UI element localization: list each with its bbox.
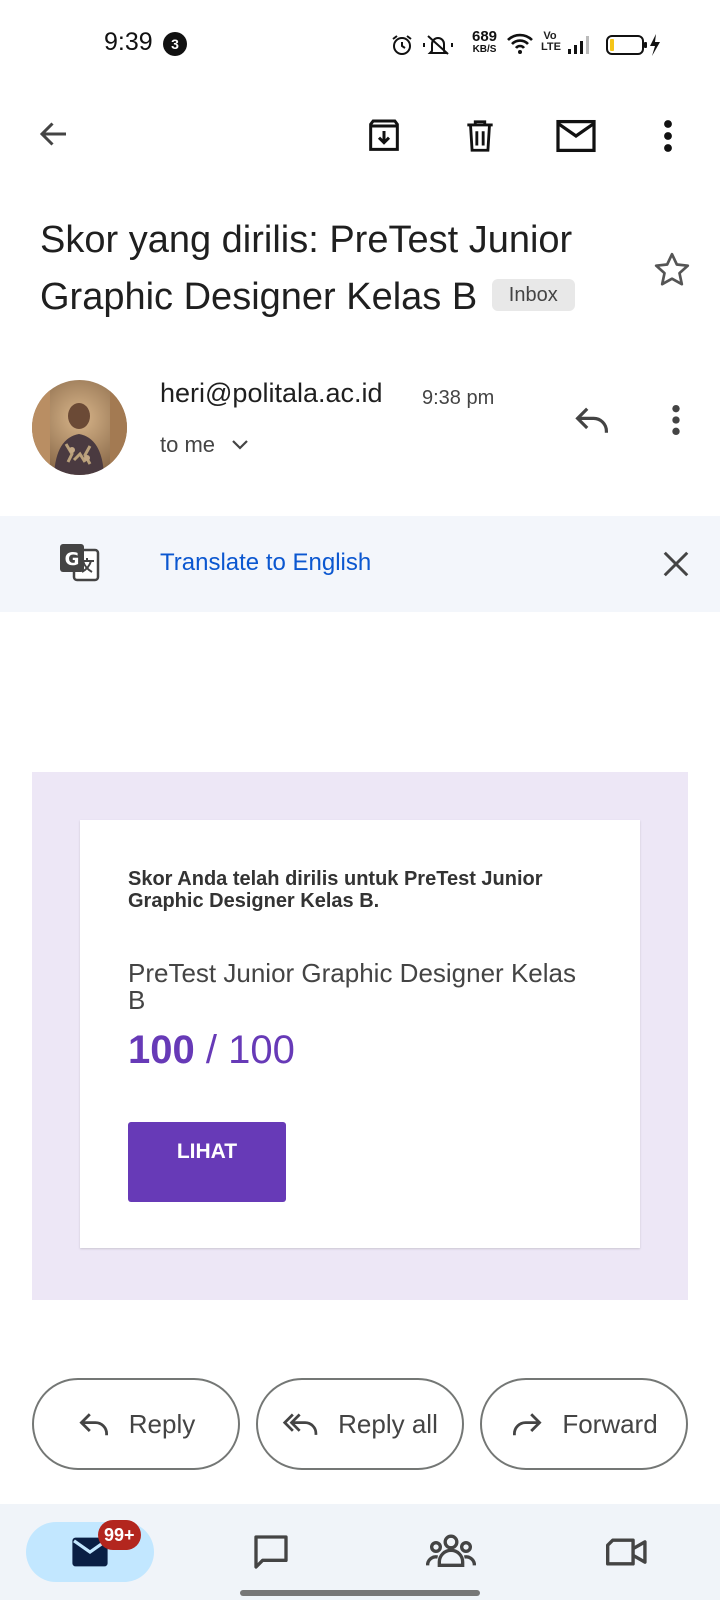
reply-button[interactable]: Reply [32,1378,240,1470]
back-button[interactable] [30,110,78,158]
score-value: 100 [128,1028,195,1072]
score-display: 100 / 100 [128,1028,295,1073]
more-vert-icon [672,404,680,436]
delete-button[interactable] [456,112,504,160]
more-options-button[interactable] [644,112,692,160]
close-icon [663,551,689,577]
reply-icon [79,1413,108,1436]
score-separator: / [194,1028,229,1072]
reply-all-label: Reply all [338,1408,438,1439]
close-translate-button[interactable] [652,540,700,588]
arrow-left-icon [39,122,66,146]
archive-button[interactable] [360,112,408,160]
star-button[interactable] [648,246,696,294]
volte-indicator: Vo LTE [541,30,561,53]
max-score: 100 [228,1028,295,1072]
archive-icon [369,119,399,151]
sent-time: 9:38 pm [422,387,495,409]
wifi-icon [506,33,534,55]
meet-icon [606,1538,647,1566]
translate-link[interactable]: Translate to English [160,549,371,577]
mute-bell-icon [423,33,453,57]
reply-all-icon [282,1413,318,1435]
svg-text:G: G [65,549,80,570]
inbox-label-chip[interactable]: Inbox [491,278,575,311]
nav-meet[interactable] [606,1534,650,1570]
mail-icon [556,119,596,153]
score-released-message: Skor Anda telah dirilis untuk PreTest Ju… [128,868,543,912]
email-subject: Skor yang dirilis: PreTest Junior Graphi… [40,212,610,326]
more-vert-icon [664,120,672,152]
reply-label: Reply [128,1408,196,1439]
recipient-text: to me [160,432,216,457]
test-name: PreTest Junior Graphic Designer Kelas B [128,958,576,1015]
alarm-icon [390,33,414,57]
mark-unread-button[interactable] [552,112,600,160]
sender-avatar[interactable] [32,380,127,475]
nav-spaces[interactable] [426,1532,476,1572]
signal-icon [566,33,594,55]
unread-count-badge: 99+ [98,1520,141,1550]
chevron-down-icon [232,440,248,450]
chat-icon [254,1535,288,1569]
network-speed: 689 KB/S [472,28,498,56]
status-time: 9:39 [104,28,153,56]
network-speed-unit: KB/S [472,44,497,55]
forward-label: Forward [562,1408,658,1439]
star-icon [654,252,690,286]
message-more-button[interactable] [652,396,700,444]
spaces-icon [426,1534,476,1567]
forward-button[interactable]: Forward [480,1378,688,1470]
recipient-details-toggle[interactable]: to me [160,432,249,458]
sender-address[interactable]: heri@politala.ac.id [160,378,383,409]
forward-icon [513,1413,542,1436]
nav-chat[interactable] [250,1532,292,1572]
home-indicator[interactable] [240,1590,480,1596]
reply-icon-button[interactable] [568,396,616,444]
reply-icon [575,407,608,433]
translate-icon: G [58,542,102,586]
notification-count-badge: 3 [163,32,187,56]
trash-icon [467,120,493,152]
reply-all-button[interactable]: Reply all [256,1378,464,1470]
network-speed-value: 689 [472,28,498,45]
view-score-button[interactable]: LIHAT [128,1122,286,1202]
battery-charging-icon [606,33,662,57]
